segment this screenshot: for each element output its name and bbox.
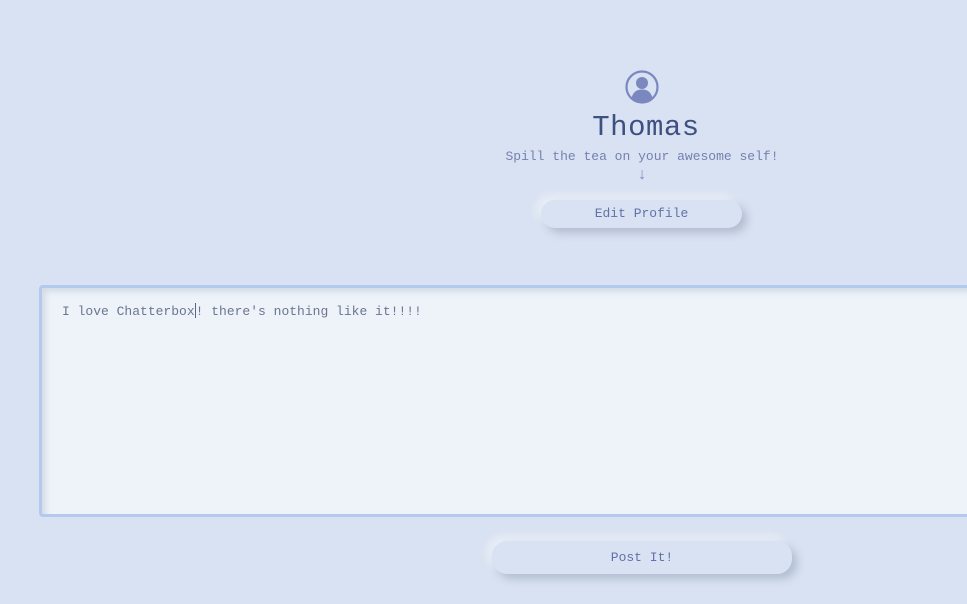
user-circle-icon [625,70,659,104]
post-it-button[interactable]: Post It! [492,541,792,574]
profile-page: Thomas Spill the tea on your awesome sel… [0,0,967,604]
profile-tagline: Spill the tea on your awesome self! [505,149,779,164]
post-text-after-caret: ! there's nothing like it!!!! [195,304,422,319]
post-text-before-caret: I love Chatterbox [62,304,195,319]
profile-name: Thomas [592,111,700,144]
edit-profile-button[interactable]: Edit Profile [541,200,742,228]
post-text: I love Chatterbox! there's nothing like … [62,303,422,319]
arrow-down-icon: ↓ [637,166,647,184]
post-textarea[interactable]: I love Chatterbox! there's nothing like … [39,285,967,517]
